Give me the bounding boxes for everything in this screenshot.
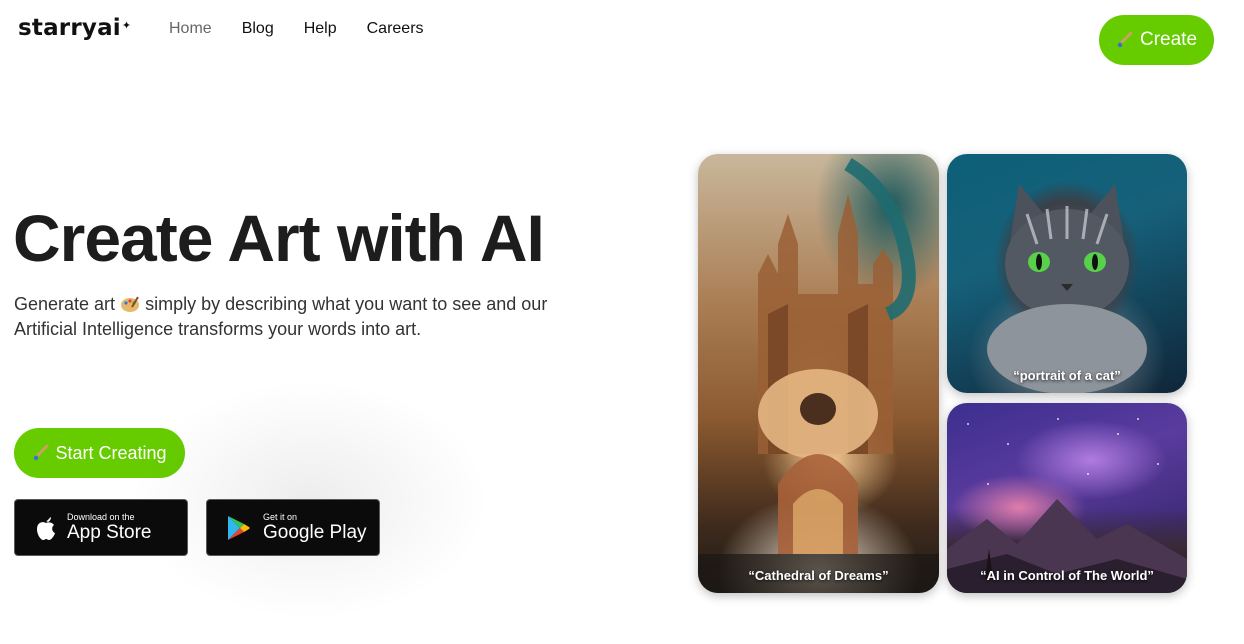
starryai-logo[interactable]: starryai✦: [18, 15, 131, 41]
gallery-card-cathedral: “Cathedral of Dreams”: [698, 154, 939, 593]
app-store-small-text: Download on the: [67, 511, 135, 522]
logo-spark-icon: ✦: [121, 19, 132, 32]
create-button-label: Create: [1139, 29, 1198, 50]
nav-help[interactable]: Help: [304, 20, 337, 38]
hero-subtitle: Generate art simply by describing what y…: [14, 292, 554, 342]
logo-text: starryai: [18, 15, 121, 41]
cathedral-caption: “Cathedral of Dreams”: [748, 568, 889, 583]
apple-icon: [33, 514, 59, 542]
paintbrush-icon: [32, 444, 50, 462]
cat-art-image: [987, 184, 1147, 393]
nav-home[interactable]: Home: [169, 20, 212, 38]
gallery-card-cat: “portrait of a cat”: [947, 154, 1187, 393]
app-store-big-text: App Store: [67, 521, 152, 543]
google-play-button[interactable]: Get it on Google Play: [206, 499, 380, 556]
hero-title: Create Art with AI: [13, 201, 545, 275]
app-store-button[interactable]: Download on the App Store: [14, 499, 188, 556]
nav-careers[interactable]: Careers: [367, 20, 424, 38]
cosmos-caption: “AI in Control of The World”: [980, 568, 1154, 583]
cat-caption: “portrait of a cat”: [1013, 368, 1121, 383]
google-play-big-text: Google Play: [263, 521, 367, 543]
gallery-card-cosmos: “AI in Control of The World”: [947, 403, 1187, 593]
google-play-small-text: Get it on: [263, 511, 298, 522]
google-play-icon: [221, 514, 255, 542]
create-button[interactable]: Create: [1099, 15, 1214, 65]
main-nav: Home Blog Help Careers: [169, 20, 454, 38]
hero-subtitle-part1: Generate art: [14, 294, 116, 314]
palette-icon: [120, 295, 140, 313]
paintbrush-icon: [1116, 31, 1134, 49]
cathedral-art-image: [698, 157, 939, 593]
nav-blog[interactable]: Blog: [242, 20, 274, 38]
